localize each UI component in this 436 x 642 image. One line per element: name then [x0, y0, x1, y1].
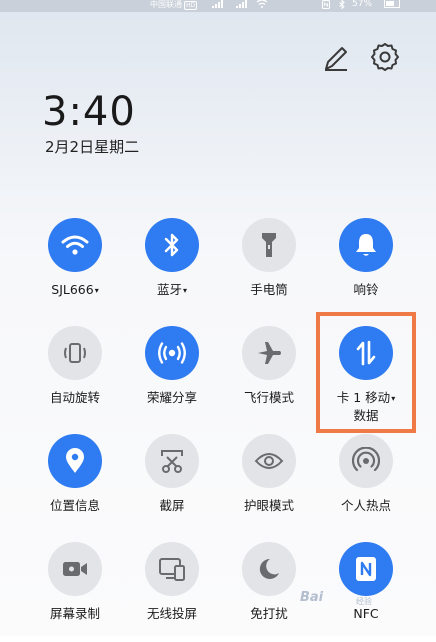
tile-honor-share-label: 荣耀分享 — [146, 390, 197, 405]
eye-icon — [254, 453, 284, 469]
tile-do-not-disturb-label: 免打扰 — [250, 606, 288, 621]
status-bar: 中国联通 HD 57% — [0, 0, 436, 12]
clock-time: 3:40 — [42, 89, 136, 135]
airplane-icon — [258, 342, 281, 364]
screenshot-scissors-icon — [161, 450, 183, 473]
tile-wireless-projection-label: 无线投屏 — [146, 606, 197, 621]
watermark-suffix: 经验 — [356, 597, 372, 606]
tile-eye-comfort-label: 护眼模式 — [243, 498, 294, 513]
tile-honor-share[interactable]: 荣耀分享 — [124, 326, 220, 426]
tile-eye-comfort-circle[interactable] — [242, 434, 296, 488]
wifi-icon — [256, 0, 268, 8]
tile-location-label: 位置信息 — [49, 498, 100, 513]
moon-icon — [259, 558, 279, 579]
flashlight-icon — [262, 233, 276, 257]
tile-flashlight-circle[interactable] — [242, 218, 296, 272]
tile-hotspot-circle[interactable] — [339, 434, 393, 488]
nfc-icon — [322, 0, 330, 9]
signal-icon — [236, 0, 247, 8]
tile-nfc-label: NFC — [353, 606, 379, 621]
tile-screenshot-circle[interactable] — [145, 434, 199, 488]
bluetooth-icon — [164, 233, 179, 257]
auto-rotate-icon — [64, 343, 86, 363]
tile-auto-rotate-circle[interactable] — [48, 326, 102, 380]
tile-screen-record-circle[interactable] — [48, 542, 102, 596]
bluetooth-icon — [339, 0, 345, 9]
tile-location[interactable]: 位置信息 — [27, 434, 123, 534]
tile-bluetooth-circle[interactable] — [145, 218, 199, 272]
battery-icon — [384, 0, 400, 8]
settings-button[interactable] — [369, 41, 401, 73]
carrier-label: 中国联通 HD — [150, 0, 198, 10]
tile-wifi-circle[interactable] — [48, 218, 102, 272]
tile-wifi[interactable]: SJL666▾ — [27, 218, 123, 318]
carrier-name: 中国联通 — [150, 0, 182, 9]
highlight-box — [316, 312, 416, 433]
tile-auto-rotate[interactable]: 自动旋转 — [27, 326, 123, 426]
tile-airplane-circle[interactable] — [242, 326, 296, 380]
battery-percent: 57% — [352, 0, 373, 9]
watermark: Bai — [300, 590, 324, 605]
tile-screen-record-label: 屏幕录制 — [49, 606, 100, 621]
tile-wireless-projection-circle[interactable] — [145, 542, 199, 596]
tile-nfc[interactable]: NFC — [318, 542, 414, 642]
chevron-down-icon: ▾ — [183, 286, 188, 295]
tile-ring[interactable]: 响铃 — [318, 218, 414, 318]
tile-ring-label: 响铃 — [353, 282, 379, 297]
tile-eye-comfort[interactable]: 护眼模式 — [221, 434, 317, 534]
signal-icon — [212, 0, 223, 8]
chevron-down-icon: ▾ — [94, 286, 99, 295]
tile-honor-share-circle[interactable] — [145, 326, 199, 380]
tile-hotspot[interactable]: 个人热点 — [318, 434, 414, 534]
tile-ring-circle[interactable] — [339, 218, 393, 272]
tile-auto-rotate-label: 自动旋转 — [49, 390, 100, 405]
tile-screen-record[interactable]: 屏幕录制 — [27, 542, 123, 642]
tile-nfc-circle[interactable] — [339, 542, 393, 596]
tile-wifi-label: SJL666▾ — [51, 282, 99, 297]
settings-gear-icon — [371, 43, 399, 71]
tile-do-not-disturb-circle[interactable] — [242, 542, 296, 596]
quick-settings-panel: 中国联通 HD 57% 3:40 2月2日星期二 SJL666▾ 蓝牙▾ 手电筒… — [0, 0, 436, 636]
clock-date: 2月2日星期二 — [45, 138, 140, 156]
tile-airplane[interactable]: 飞行模式 — [221, 326, 317, 426]
tile-flashlight[interactable]: 手电筒 — [221, 218, 317, 318]
location-icon — [66, 448, 84, 473]
tile-wireless-projection[interactable]: 无线投屏 — [124, 542, 220, 642]
bell-icon — [356, 234, 376, 256]
tile-screenshot-label: 截屏 — [159, 498, 185, 513]
edit-button[interactable] — [320, 42, 352, 74]
wifi-icon — [61, 235, 89, 255]
tile-screenshot[interactable]: 截屏 — [124, 434, 220, 534]
edit-icon — [325, 47, 347, 71]
tile-bluetooth[interactable]: 蓝牙▾ — [124, 218, 220, 318]
hotspot-icon — [352, 447, 380, 472]
tile-flashlight-label: 手电筒 — [250, 282, 288, 297]
tile-location-circle[interactable] — [48, 434, 102, 488]
screen-record-icon — [63, 562, 87, 576]
wireless-projection-icon — [159, 558, 185, 581]
tile-airplane-label: 飞行模式 — [243, 390, 294, 405]
share-broadcast-icon — [158, 342, 186, 364]
hd-badge: HD — [184, 1, 198, 10]
tile-bluetooth-label: 蓝牙▾ — [156, 282, 188, 297]
tile-hotspot-label: 个人热点 — [340, 498, 391, 513]
nfc-icon — [356, 557, 376, 581]
